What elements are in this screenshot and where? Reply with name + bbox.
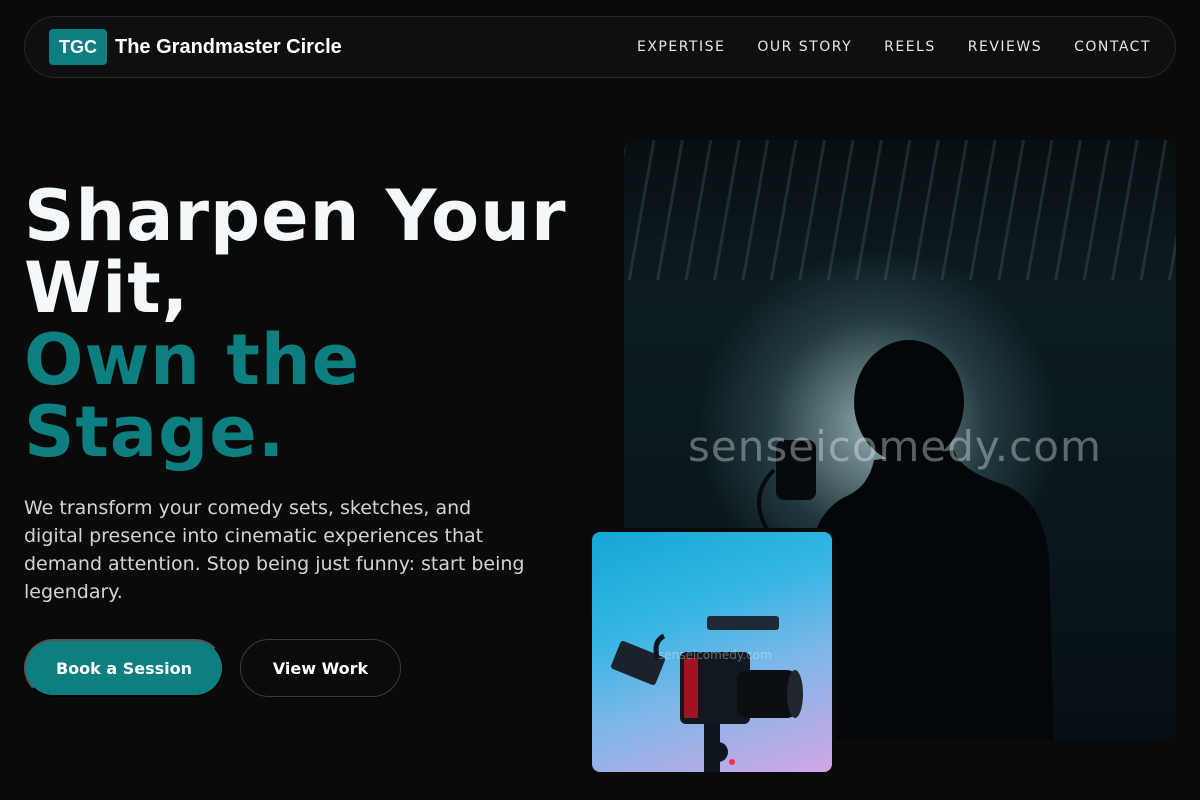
nav-link-expertise[interactable]: EXPERTISE <box>637 39 725 55</box>
nav-link-reviews[interactable]: REVIEWS <box>968 39 1042 55</box>
hero-title-line-1: Sharpen Your Wit, <box>24 175 567 329</box>
nav-links: EXPERTISE OUR STORY REELS REVIEWS CONTAC… <box>637 39 1151 55</box>
brand-name[interactable]: The Grandmaster Circle <box>115 36 342 59</box>
logo-badge[interactable]: TGC <box>49 29 107 65</box>
hero-description: We transform your comedy sets, sketches,… <box>24 497 525 603</box>
nav-link-reels[interactable]: REELS <box>884 39 936 55</box>
nav-link-contact[interactable]: CONTACT <box>1074 39 1151 55</box>
small-watermark: senseicomedy.com <box>658 648 772 662</box>
book-session-button[interactable]: Book a Session <box>24 639 224 697</box>
hero-title: Sharpen Your Wit, Own the Stage. <box>24 180 604 468</box>
main-watermark: senseicomedy.com <box>688 422 1102 471</box>
top-navigation: TGC The Grandmaster Circle EXPERTISE OUR… <box>24 16 1176 78</box>
view-work-button[interactable]: View Work <box>240 639 401 697</box>
nav-link-our-story[interactable]: OUR STORY <box>757 39 852 55</box>
torso-shape <box>799 450 1054 740</box>
brand[interactable]: TGC The Grandmaster Circle <box>49 29 342 65</box>
hero-title-line-2: Own the Stage. <box>24 319 361 473</box>
camera-photo: senseicomedy.com <box>588 528 836 776</box>
